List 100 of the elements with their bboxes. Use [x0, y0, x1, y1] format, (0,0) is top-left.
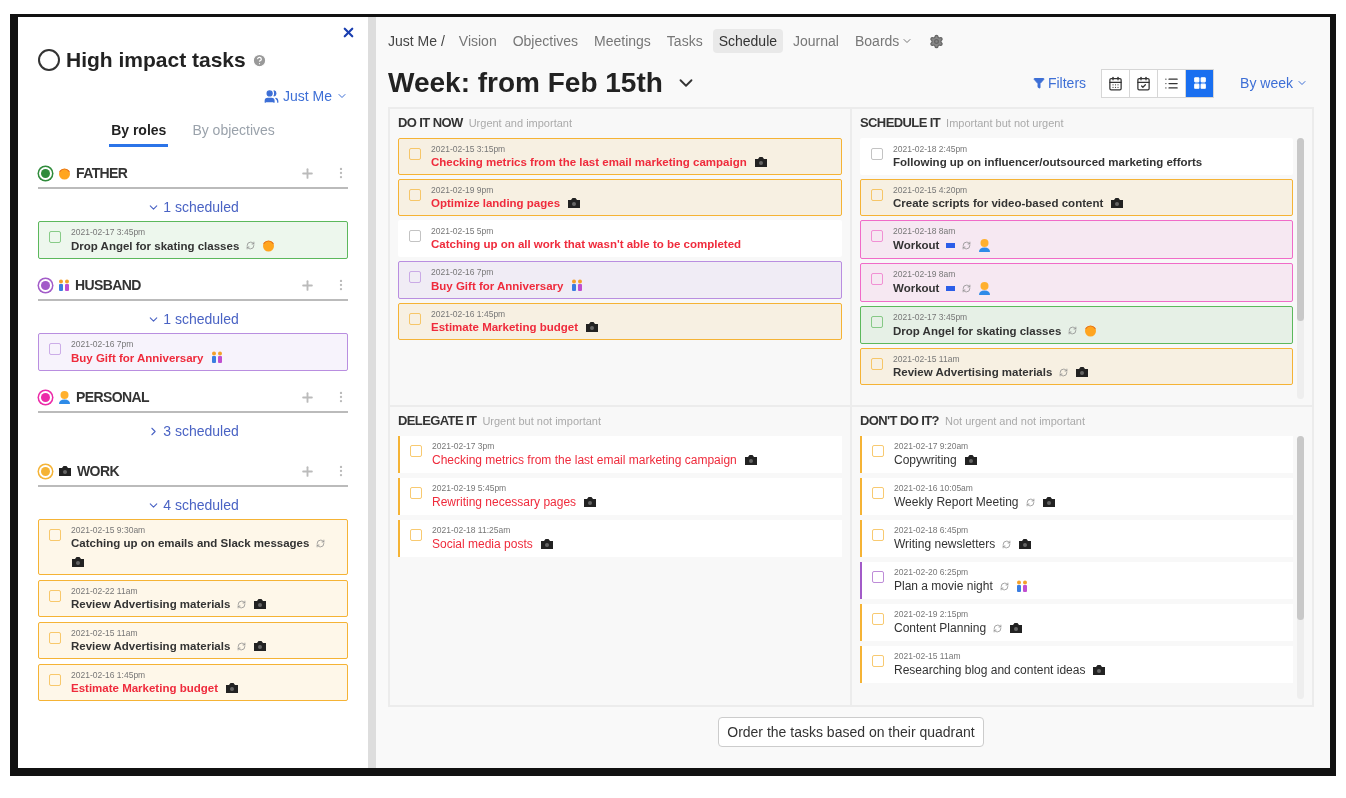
checkbox[interactable]	[409, 230, 421, 242]
task-card[interactable]: 2021-02-16 7pm Buy Gift for Anniversary	[398, 261, 842, 299]
grid-icon	[1192, 76, 1207, 90]
person-icon	[978, 238, 992, 252]
task-card[interactable]: 2021-02-22 11am Review Advertising materials	[38, 580, 348, 617]
checkbox[interactable]	[49, 529, 61, 541]
checkbox[interactable]	[409, 271, 421, 283]
task-card[interactable]: 2021-02-19 2:15pm Content Planning	[860, 604, 1293, 641]
task-title: Workout	[893, 239, 940, 251]
task-card[interactable]: 2021-02-19 8am Workout	[860, 263, 1293, 302]
task-card[interactable]: 2021-02-18 2:45pm Following up on influencer/outsourced marketing efforts	[860, 138, 1293, 175]
checkbox[interactable]	[49, 590, 61, 602]
filters-button[interactable]: Filters	[1026, 74, 1093, 92]
nav-link[interactable]: Vision	[452, 29, 503, 53]
camera-icon	[71, 556, 85, 568]
task-date: 2021-02-15 9:30am	[71, 525, 147, 535]
couple-icon	[570, 279, 583, 292]
role-name: FATHER	[76, 165, 129, 181]
nav-link[interactable]: Tasks	[660, 29, 709, 53]
task-card[interactable]: 2021-02-19 5:45pm Rewriting necessary pages	[398, 478, 842, 515]
checkbox[interactable]	[872, 613, 884, 625]
task-card[interactable]: 2021-02-18 11:25am Social media posts	[398, 520, 842, 557]
checkbox[interactable]	[409, 148, 421, 160]
order-button[interactable]: Order the tasks based on their quadrant	[718, 717, 984, 747]
checkbox[interactable]	[871, 230, 883, 242]
view-button[interactable]	[1101, 68, 1131, 98]
task-card[interactable]: 2021-02-18 6:45pm Writing newsletters	[860, 520, 1293, 557]
task-card[interactable]: 2021-02-17 3pm Checking metrics from the last email marketing campaign	[398, 436, 842, 473]
camera-icon	[253, 640, 268, 652]
checkbox[interactable]	[871, 189, 883, 201]
period-dropdown[interactable]: By week	[1234, 74, 1314, 92]
task-card[interactable]: 2021-02-15 11am Researching blog and content ideas	[860, 646, 1293, 683]
add-icon[interactable]	[300, 165, 315, 181]
checkbox[interactable]	[49, 632, 61, 644]
task-card[interactable]: 2021-02-15 3:15pm Checking metrics from the last email marketing campaign	[398, 138, 842, 175]
task-title: Catching up on emails and Slack messages	[71, 537, 310, 549]
task-card[interactable]: 2021-02-15 11am Review Advertising materials	[38, 622, 348, 659]
tab[interactable]: By roles	[109, 118, 169, 147]
task-card[interactable]: 2021-02-16 7pm Buy Gift for Anniversary	[38, 333, 348, 371]
task-card[interactable]: 2021-02-15 11am Review Advertising materials	[860, 348, 1293, 385]
add-icon[interactable]	[300, 277, 315, 293]
scheduled-toggle[interactable]: 1 scheduled	[147, 311, 239, 327]
task-card[interactable]: 2021-02-19 9pm Optimize landing pages	[398, 179, 842, 216]
task-card[interactable]: 2021-02-18 8am Workout	[860, 220, 1293, 259]
task-card[interactable]: 2021-02-15 4:20pm Create scripts for video-based content	[860, 179, 1293, 216]
close-icon[interactable]	[341, 25, 356, 40]
checkbox[interactable]	[49, 231, 61, 243]
help-icon[interactable]	[251, 52, 267, 68]
checkbox[interactable]	[871, 316, 883, 328]
circle-icon[interactable]	[38, 49, 60, 71]
couple-icon	[210, 351, 223, 364]
task-title: Review Advertising materials	[71, 640, 231, 652]
task-date: 2021-02-19 8am	[893, 269, 957, 279]
task-card[interactable]: 2021-02-17 9:20am Copywriting	[860, 436, 1293, 473]
view-button[interactable]	[1157, 68, 1187, 98]
scrollbar[interactable]	[1297, 138, 1304, 399]
task-date: 2021-02-15 11am	[893, 354, 961, 364]
task-title: Drop Angel for skating classes	[893, 324, 1062, 337]
task-card[interactable]: 2021-02-16 10:05am Weekly Report Meeting	[860, 478, 1293, 515]
camera-icon	[567, 197, 582, 209]
task-card[interactable]: 2021-02-16 1:45pm Estimate Marketing budget	[38, 664, 348, 701]
checkbox[interactable]	[410, 487, 422, 499]
checkbox[interactable]	[872, 487, 884, 499]
nav-link[interactable]: Meetings	[588, 29, 657, 53]
checkbox[interactable]	[49, 343, 61, 355]
checkbox[interactable]	[410, 529, 422, 541]
checkbox[interactable]	[49, 674, 61, 686]
scheduled-toggle[interactable]: 4 scheduled	[147, 497, 239, 513]
camera-icon	[1018, 538, 1033, 550]
checkbox[interactable]	[872, 655, 884, 667]
checkbox[interactable]	[871, 148, 883, 160]
checkbox[interactable]	[409, 313, 421, 325]
checkbox[interactable]	[872, 445, 884, 457]
nav-link[interactable]: Boards	[848, 29, 920, 53]
nav-link[interactable]: Journal	[787, 29, 845, 53]
view-button[interactable]	[1129, 68, 1159, 98]
settings-icon[interactable]	[929, 33, 945, 49]
task-card[interactable]: 2021-02-15 5pm Catching up on all work that wasn't able to be completed	[398, 220, 842, 257]
add-icon[interactable]	[300, 389, 315, 405]
checkbox[interactable]	[871, 273, 883, 285]
task-card[interactable]: 2021-02-20 6:25pm Plan a movie night	[860, 562, 1293, 599]
checkbox[interactable]	[872, 529, 884, 541]
add-icon[interactable]	[300, 463, 315, 479]
owner-dropdown[interactable]: Just Me	[264, 88, 348, 104]
task-card[interactable]: 2021-02-17 3:45pm Drop Angel for skating classes	[38, 221, 348, 259]
camera-icon	[1075, 366, 1090, 378]
nav-link[interactable]: Schedule	[712, 29, 784, 53]
camera-icon	[753, 156, 768, 168]
task-card[interactable]: 2021-02-15 9:30am Catching up on emails and Slack messages	[38, 519, 348, 575]
scrollbar[interactable]	[1297, 436, 1304, 699]
scheduled-toggle[interactable]: 3 scheduled	[147, 423, 239, 439]
task-card[interactable]: 2021-02-16 1:45pm Estimate Marketing budget	[398, 303, 842, 340]
checkbox[interactable]	[871, 358, 883, 370]
checkbox[interactable]	[872, 571, 884, 583]
checkbox[interactable]	[409, 189, 421, 201]
nav-link[interactable]: Objectives	[506, 29, 585, 53]
task-card[interactable]: 2021-02-17 3:45pm Drop Angel for skating classes	[860, 306, 1293, 344]
scheduled-toggle[interactable]: 1 scheduled	[147, 199, 239, 215]
task-date: 2021-02-18 6:45pm	[894, 525, 970, 535]
checkbox[interactable]	[410, 445, 422, 457]
